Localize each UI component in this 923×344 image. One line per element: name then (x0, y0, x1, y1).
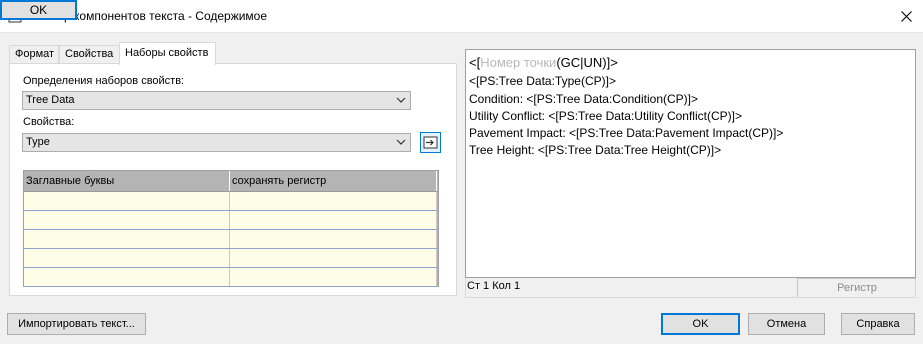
chevron-down-icon (396, 97, 406, 103)
table-cell[interactable] (24, 192, 230, 210)
editor-line-point-number[interactable]: <[Номер точки(GC|UN)]> (469, 55, 618, 70)
case-toggle-button[interactable]: Регистр (797, 278, 916, 297)
cursor-position: Ст 1 Кол 1 (467, 280, 521, 292)
text-editor[interactable]: <[Номер точки(GC|UN)]> <[PS:Tree Data:Ty… (465, 49, 916, 278)
close-icon (900, 11, 912, 22)
properties-value: Type (26, 136, 50, 148)
editor-line[interactable]: Tree Height: <[PS:Tree Data:Tree Height(… (469, 143, 721, 157)
ok-button[interactable]: OK (661, 313, 740, 335)
table-row[interactable] (24, 268, 438, 287)
insert-property-button[interactable] (420, 132, 441, 153)
table-row[interactable] (24, 211, 438, 230)
table-cell[interactable] (230, 249, 437, 267)
definitions-label: Определения наборов свойств: (23, 75, 185, 87)
tab-format[interactable]: Формат (9, 45, 59, 64)
table-row[interactable] (24, 249, 438, 268)
import-text-button[interactable]: Импортировать текст... (7, 313, 146, 335)
format-options-grid: Заглавные буквы сохранять регистр (23, 170, 439, 287)
editor-line[interactable]: Condition: <[PS:Tree Data:Condition(CP)]… (469, 92, 698, 106)
table-cell[interactable] (24, 249, 230, 267)
ok-overlay-button[interactable]: OK (0, 0, 77, 20)
help-button[interactable]: Справка (841, 313, 915, 335)
table-cell[interactable] (230, 230, 437, 248)
properties-dropdown[interactable]: Type (22, 133, 411, 152)
table-cell[interactable] (230, 192, 437, 210)
table-cell[interactable] (24, 211, 230, 229)
title-bar: р компонентов текста - Содержимое (0, 0, 923, 33)
placeholder-field: Номер точки (480, 55, 557, 70)
editor-line[interactable]: <[PS:Tree Data:Type(CP)]> (469, 74, 616, 88)
properties-label: Свойства: (23, 116, 75, 128)
insert-field-icon (423, 136, 438, 149)
table-cell[interactable] (230, 211, 437, 229)
definitions-dropdown[interactable]: Tree Data (22, 91, 411, 110)
definitions-value: Tree Data (26, 94, 75, 106)
column-header-capitalization: Заглавные буквы (24, 171, 230, 191)
table-row[interactable] (24, 192, 438, 211)
editor-line[interactable]: Pavement Impact: <[PS:Tree Data:Pavement… (469, 126, 783, 140)
window-title: р компонентов текста - Содержимое (64, 9, 268, 23)
editor-status-bar: Ст 1 Кол 1 Регистр (465, 278, 916, 298)
tab-property-sets[interactable]: Наборы свойств (119, 42, 216, 65)
table-row[interactable] (24, 230, 438, 249)
tab-properties[interactable]: Свойства (59, 45, 120, 64)
column-header-keep-case: сохранять регистр (230, 171, 437, 191)
table-cell[interactable] (24, 230, 230, 248)
table-cell[interactable] (24, 268, 230, 286)
grid-header: Заглавные буквы сохранять регистр (24, 171, 438, 192)
table-cell[interactable] (230, 268, 437, 286)
close-button[interactable] (889, 0, 923, 33)
editor-line[interactable]: Utility Conflict: <[PS:Tree Data:Utility… (469, 109, 742, 123)
grid-edge-line (437, 192, 438, 287)
cancel-button[interactable]: Отмена (748, 313, 825, 335)
chevron-down-icon (396, 139, 406, 145)
